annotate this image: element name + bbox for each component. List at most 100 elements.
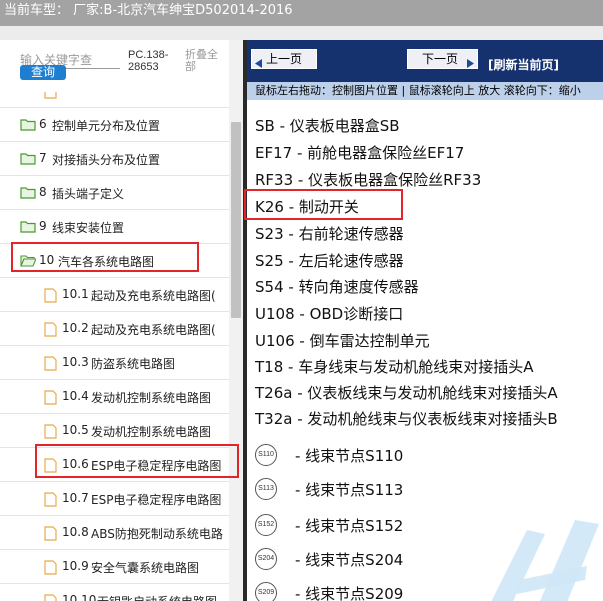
tree-page-label: ESP电子稳定程序电路图 <box>91 493 222 507</box>
tree-folder-num: 8 <box>39 185 47 199</box>
tree-page-10-3[interactable]: 10.3 防盗系统电路图 <box>0 346 229 380</box>
tree-folder-label: 线束安装位置 <box>52 221 125 235</box>
component-desc: 倒车雷达控制单元 <box>309 332 430 350</box>
tree-folder-9[interactable]: 9 线束安装位置 <box>0 210 229 244</box>
node-desc: - 线束节点S152 <box>295 517 404 535</box>
header-separator <box>0 26 603 40</box>
tree-page-10-2[interactable]: 10.2 起动及充电系统电路图( <box>0 312 229 346</box>
tree-page-label: 起动及充电系统电路图( <box>91 323 216 337</box>
next-page-button[interactable]: 下一页 <box>407 49 478 69</box>
page-icon <box>44 458 57 476</box>
tree-folder-8[interactable]: 8 插头端子定义 <box>0 176 229 210</box>
tree-page-10-5[interactable]: 10.5 发动机控制系统电路图 <box>0 414 229 448</box>
component-code-list: SB - 仪表板电器盒SB EF17 - 前舱电器盒保险丝EF17 RF33 -… <box>247 100 603 601</box>
tree-page-label: 安全气囊系统电路图 <box>91 561 200 575</box>
tree-folder-num: 10 <box>39 253 55 267</box>
tree-folder-label: 汽车各系统电路图 <box>58 255 155 269</box>
component-desc: 车身线束与发动机舱线束对接插头A <box>298 358 534 376</box>
tree-page-10-8[interactable]: 10.8 ABS防抱死制动系统电路 <box>0 516 229 550</box>
tree-page-num: 10.10 <box>62 593 97 601</box>
tree-page-num: 10.7 <box>62 491 89 505</box>
tree-page-label: 防盗系统电路图 <box>91 357 176 371</box>
tree-page-label: ABS防抱死制动系统电路 <box>91 527 223 541</box>
tree-page-num: 10.1 <box>62 287 89 301</box>
next-page-label: 下一页 <box>422 52 459 66</box>
component-desc: 转向角速度传感器 <box>298 278 419 296</box>
tree-page-num: 10.8 <box>62 525 89 539</box>
tree-row-partial[interactable] <box>0 92 229 108</box>
tree-page-num: 10.4 <box>62 389 89 403</box>
code-row-u108: U108 - OBD诊断接口 <box>255 303 403 324</box>
page-icon <box>44 390 57 408</box>
component-desc: 发动机舱线束与仪表板线束对接插头B <box>307 410 558 428</box>
component-code: U108 - <box>255 305 305 323</box>
catalog-tree: 6 控制单元分布及位置 7 对接插头分布及位置 8 插头端子定义 9 线束安装位… <box>0 92 229 601</box>
code-row-t26a: T26a - 仪表板线束与发动机舱线束对接插头A <box>255 382 558 403</box>
component-code: S23 - <box>255 225 294 243</box>
tree-folder-10-open[interactable]: 10 汽车各系统电路图 <box>0 244 229 278</box>
tree-page-10-9[interactable]: 10.9 安全气囊系统电路图 <box>0 550 229 584</box>
node-desc: - 线束节点S204 <box>295 551 404 569</box>
node-desc: - 线束节点S113 <box>295 481 404 499</box>
component-desc: OBD诊断接口 <box>309 305 404 323</box>
component-code: T26a - <box>255 384 303 402</box>
tree-page-10-10[interactable]: 10.10 无钥匙启动系统电路图 <box>0 584 229 601</box>
page-icon <box>44 424 57 442</box>
page-icon <box>44 356 57 374</box>
tree-folder-num: 7 <box>39 151 47 165</box>
code-row-s54: S54 - 转向角速度传感器 <box>255 276 419 297</box>
tree-page-10-7[interactable]: 10.7 ESP电子稳定程序电路图 <box>0 482 229 516</box>
page-icon <box>44 526 57 544</box>
component-desc: 前舱电器盒保险丝EF17 <box>307 144 465 162</box>
code-row-rf33: RF33 - 仪表板电器盒保险丝RF33 <box>255 169 481 190</box>
code-row-t18: T18 - 车身线束与发动机舱线束对接插头A <box>255 356 533 377</box>
diagram-viewer: 上一页 下一页 [刷新当前页] 鼠标左右拖动：控制图片位置 | 鼠标滚轮向上 放… <box>247 40 603 601</box>
tree-page-label: 发动机控制系统电路图 <box>91 391 212 405</box>
tree-page-num: 10.6 <box>62 457 89 471</box>
component-code: K26 - <box>255 198 295 216</box>
tree-page-label: 无钥匙启动系统电路图 <box>97 593 217 601</box>
code-row-u106: U106 - 倒车雷达控制单元 <box>255 330 430 351</box>
vehicle-label: 当前车型： <box>4 3 70 18</box>
page-icon <box>44 322 57 340</box>
node-desc: - 线束节点S110 <box>295 447 404 465</box>
arrow-right-icon <box>466 55 474 73</box>
tree-scrollbar-thumb[interactable] <box>231 122 241 318</box>
splice-node-icon: S209 <box>255 582 277 601</box>
tree-page-10-4[interactable]: 10.4 发动机控制系统电路图 <box>0 380 229 414</box>
pc-code: PC.138-28653 <box>128 49 169 73</box>
collapse-all-button[interactable]: 折叠全部 <box>185 49 225 73</box>
node-desc: - 线束节点S209 <box>295 585 404 601</box>
vehicle-value: 厂家:B-北京汽车绅宝D502014-2016 <box>73 3 293 18</box>
tree-page-num: 10.2 <box>62 321 89 335</box>
tree-folder-num: 6 <box>39 117 47 131</box>
splice-node-icon: S110 <box>255 444 277 466</box>
code-row-ef17: EF17 - 前舱电器盒保险丝EF17 <box>255 142 464 163</box>
viewer-toolbar: 上一页 下一页 [刷新当前页] <box>247 40 603 82</box>
code-row-s23: S23 - 右前轮速传感器 <box>255 223 404 244</box>
page-icon <box>44 288 57 306</box>
component-code: T32a - <box>255 410 303 428</box>
tree-page-10-1[interactable]: 10.1 起动及充电系统电路图( <box>0 278 229 312</box>
component-code: S54 - <box>255 278 294 296</box>
folder-icon <box>20 152 36 165</box>
refresh-page-link[interactable]: [刷新当前页] <box>488 56 559 73</box>
vehicle-header: 当前车型： 厂家:B-北京汽车绅宝D502014-2016 <box>0 0 603 26</box>
splice-node-icon: S152 <box>255 514 277 536</box>
tree-page-label: ESP电子稳定程序电路图 <box>91 459 222 473</box>
tree-panel: 查询 PC.138-28653 折叠全部 6 控制单元分布及位置 7 对接插头分… <box>0 40 243 601</box>
component-desc: 右前轮速传感器 <box>298 225 404 243</box>
tree-folder-7[interactable]: 7 对接插头分布及位置 <box>0 142 229 176</box>
folder-icon <box>20 186 36 199</box>
prev-page-button[interactable]: 上一页 <box>251 49 317 69</box>
tree-page-num: 10.9 <box>62 559 89 573</box>
component-desc: 左后轮速传感器 <box>298 252 404 270</box>
component-code: S25 - <box>255 252 294 270</box>
query-button[interactable]: 查询 <box>20 65 66 80</box>
tree-folder-6[interactable]: 6 控制单元分布及位置 <box>0 108 229 142</box>
splice-node-icon: S113 <box>255 478 277 500</box>
splice-node-icon: S204 <box>255 548 277 570</box>
tree-page-10-6-selected[interactable]: 10.6 ESP电子稳定程序电路图 <box>0 448 229 482</box>
code-row-t32a: T32a - 发动机舱线束与仪表板线束对接插头B <box>255 408 558 429</box>
component-desc: 仪表板电器盒保险丝RF33 <box>308 171 482 189</box>
